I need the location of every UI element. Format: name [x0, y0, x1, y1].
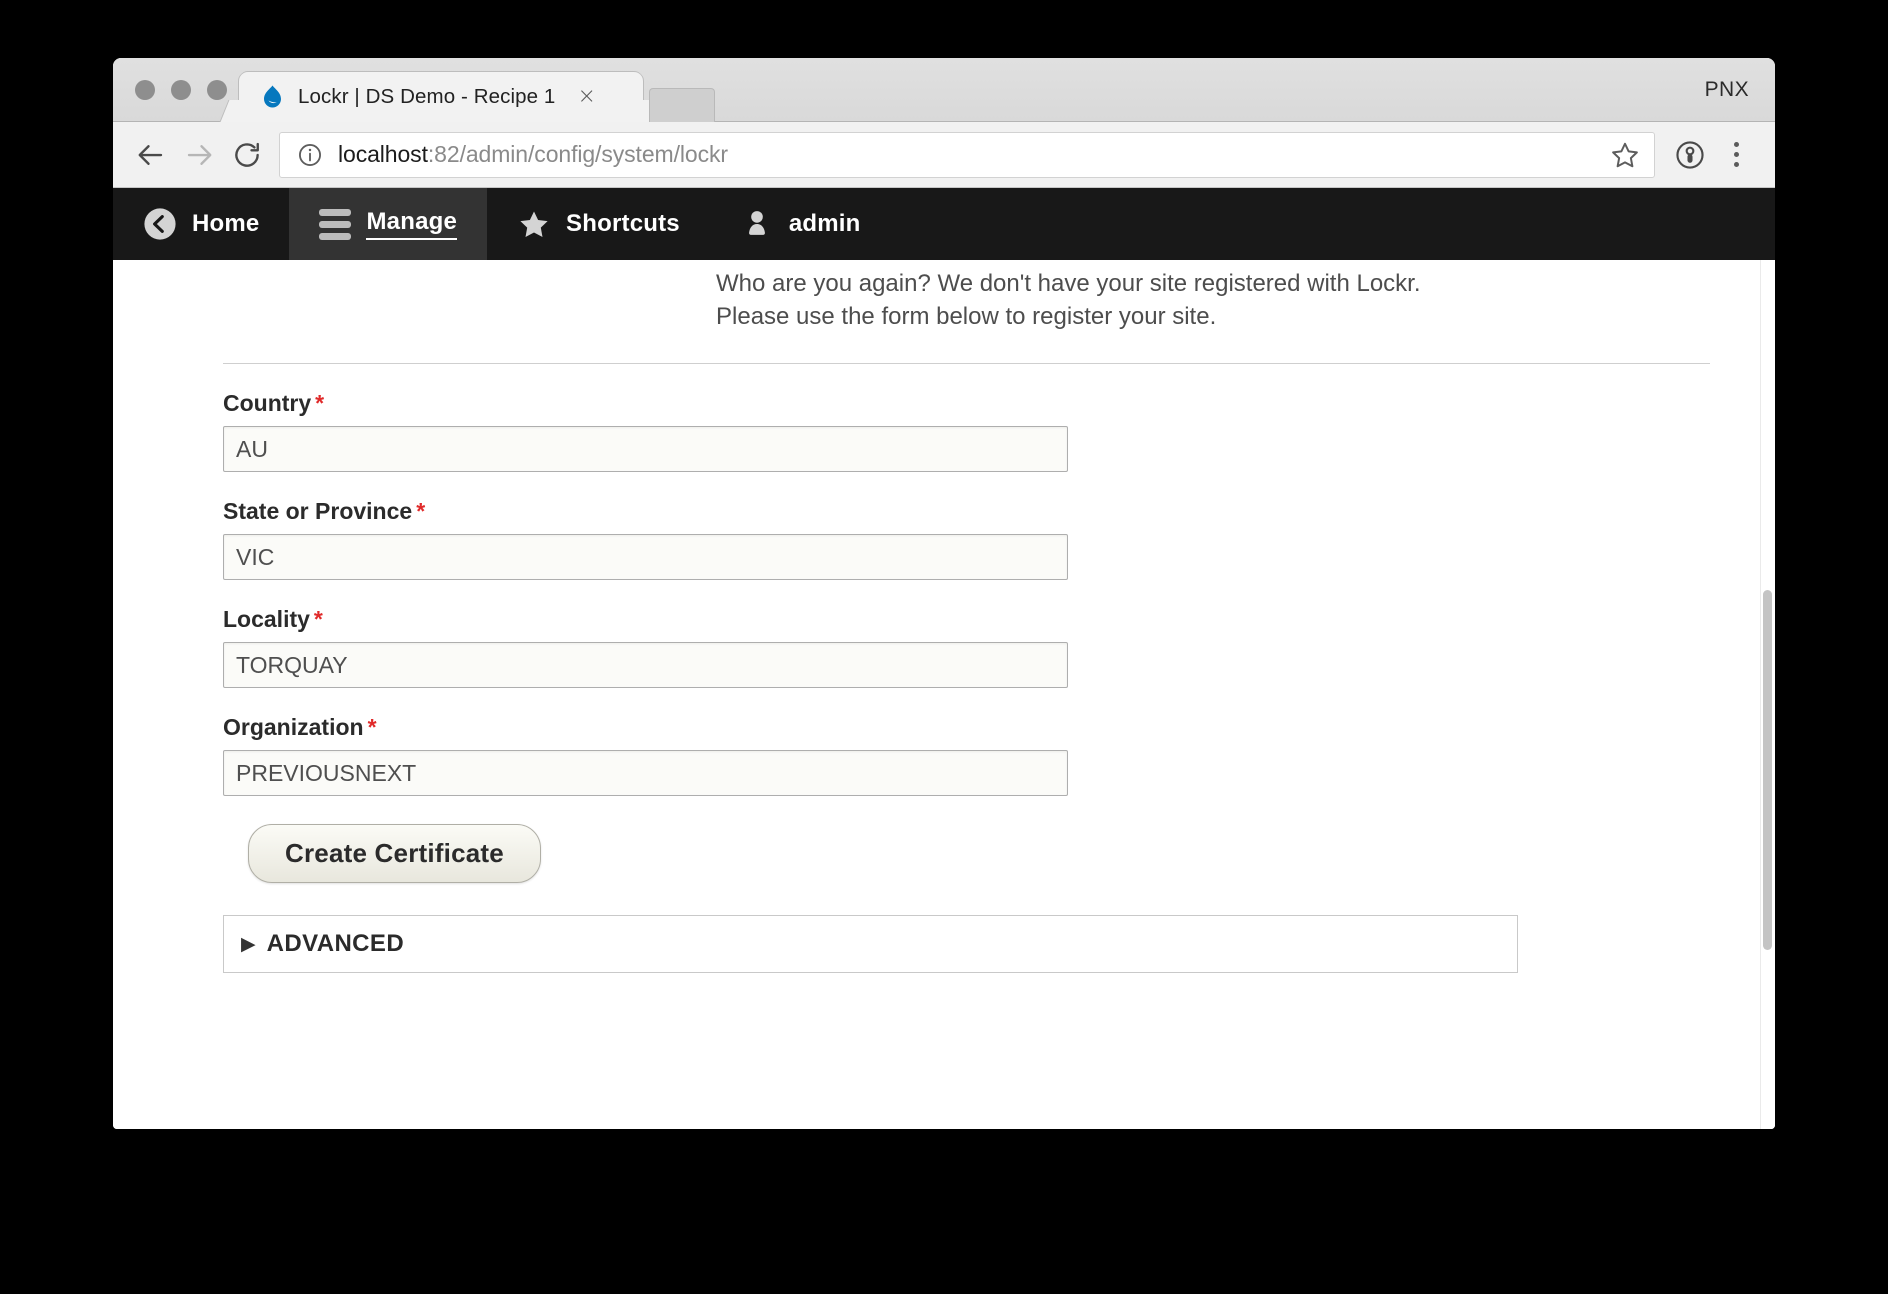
form-label-locality: Locality * [223, 606, 1715, 633]
address-bar[interactable]: localhost:82/admin/config/system/lockr [279, 131, 1655, 178]
form-label-organization: Organization * [223, 714, 1715, 741]
form-item-locality: Locality * [223, 606, 1715, 689]
locality-input[interactable] [223, 642, 1068, 689]
form-label-state: State or Province * [223, 498, 1715, 525]
close-icon[interactable]: × [577, 86, 595, 108]
admin-toolbar-label: Shortcuts [566, 210, 680, 237]
organization-input[interactable] [223, 750, 1068, 797]
info-circle-icon[interactable] [297, 142, 323, 168]
browser-window: Lockr | DS Demo - Recipe 1 × PNX localho… [113, 58, 1775, 1129]
label-text: Locality [223, 606, 310, 633]
admin-toolbar-label: Home [192, 210, 260, 237]
admin-toolbar-label: Manage [366, 208, 458, 240]
required-marker: * [367, 714, 377, 741]
form-item-country: Country * [223, 390, 1715, 473]
three-dot-menu-icon[interactable] [1713, 132, 1759, 178]
forward-arrow-icon [175, 131, 223, 179]
tab-strip: Lockr | DS Demo - Recipe 1 × [239, 72, 715, 122]
required-marker: * [313, 606, 323, 633]
drupal-admin-toolbar: Home Manage Shortcuts admin [113, 188, 1775, 260]
person-icon [740, 207, 774, 241]
required-marker: * [416, 498, 426, 525]
person-circle-icon[interactable] [1667, 132, 1713, 178]
url-text[interactable]: localhost:82/admin/config/system/lockr [338, 141, 1600, 168]
page-content: Who are you again? We don't have your si… [113, 260, 1775, 1129]
browser-tab-active[interactable]: Lockr | DS Demo - Recipe 1 × [239, 72, 643, 122]
scrollbar-track[interactable] [1760, 260, 1775, 1129]
state-input[interactable] [223, 534, 1068, 581]
admin-toolbar-item-admin[interactable]: admin [710, 188, 891, 260]
status-message: Who are you again? We don't have your si… [716, 270, 1421, 330]
admin-toolbar-item-manage[interactable]: Manage [289, 188, 488, 260]
browser-titlebar: Lockr | DS Demo - Recipe 1 × PNX [113, 58, 1775, 122]
admin-toolbar-item-home[interactable]: Home [113, 188, 289, 260]
maximize-window-button[interactable] [207, 80, 227, 100]
close-window-button[interactable] [135, 80, 155, 100]
required-marker: * [315, 390, 325, 417]
back-circle-icon [143, 207, 177, 241]
label-text: State or Province [223, 498, 413, 525]
browser-toolbar: localhost:82/admin/config/system/lockr [113, 122, 1775, 188]
country-input[interactable] [223, 426, 1068, 473]
label-text: Organization [223, 714, 364, 741]
profile-name-label[interactable]: PNX [1705, 78, 1749, 102]
chevron-right-icon: ▶ [241, 933, 256, 955]
form-label-country: Country * [223, 390, 1715, 417]
back-arrow-icon[interactable] [127, 131, 175, 179]
reload-icon[interactable] [223, 131, 271, 179]
minimize-window-button[interactable] [171, 80, 191, 100]
admin-toolbar-label: admin [788, 210, 861, 237]
window-controls [135, 80, 227, 100]
hamburger-icon [319, 208, 352, 240]
url-host: localhost [338, 141, 428, 167]
drupal-droplet-icon [264, 85, 281, 107]
lockr-registration-form: Country* State or Province* Locality* Or… [168, 390, 1715, 974]
scrollbar-thumb[interactable] [1763, 590, 1772, 950]
form-item-state: State or Province * [223, 498, 1715, 581]
url-path: :82/admin/config/system/lockr [427, 141, 728, 167]
star-icon [517, 207, 551, 241]
browser-tab-inactive[interactable] [649, 88, 715, 122]
divider [223, 363, 1710, 365]
star-icon[interactable] [1610, 140, 1640, 170]
advanced-label: ADVANCED [266, 930, 405, 958]
advanced-details-toggle[interactable]: ▶ ADVANCED [223, 915, 1518, 974]
label-text: Country [223, 390, 312, 417]
form-item-organization: Organization * [223, 714, 1715, 797]
admin-toolbar-item-shortcuts[interactable]: Shortcuts [487, 188, 710, 260]
create-certificate-button[interactable]: Create Certificate [248, 824, 541, 884]
tab-title: Lockr | DS Demo - Recipe 1 [298, 85, 556, 108]
